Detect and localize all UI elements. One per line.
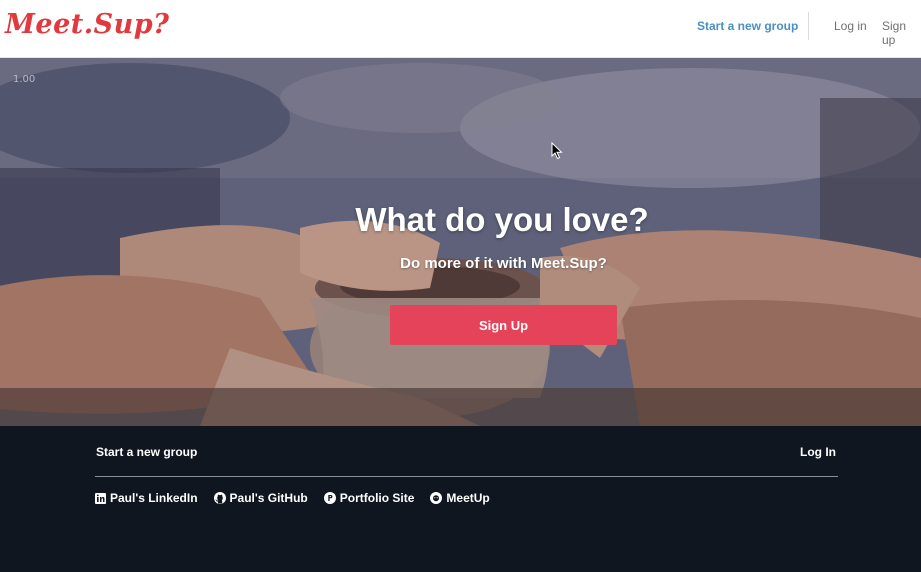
start-new-group-link[interactable]: Start a new group [697,19,798,33]
portfolio-icon [323,492,336,504]
hero-banner: 1.00 What do you love? Do more of it wit… [0,58,921,426]
footer-divider [95,476,838,477]
hero-subtitle: Do more of it with Meet.Sup? [400,255,607,272]
portfolio-label: Portfolio Site [339,491,415,505]
portfolio-link[interactable]: Portfolio Site [323,491,415,505]
meetup-label: MeetUp [446,491,490,505]
mouse-cursor-icon [551,142,563,160]
meetup-icon [430,492,443,504]
linkedin-label: Paul's LinkedIn [110,491,198,505]
logo[interactable]: Meet.Sup? [5,9,169,40]
footer-social-links: Paul's LinkedIn Paul's GitHub Portfolio … [95,491,490,505]
zoom-level: 1.00 [13,74,36,85]
linkedin-icon [95,492,106,504]
hero-title: What do you love? [355,201,649,238]
top-nav-bar: Meet.Sup? Start a new group Log in Sign … [0,0,921,58]
meetup-link[interactable]: MeetUp [430,491,490,505]
github-icon [213,492,226,504]
footer-login-link[interactable]: Log In [800,445,836,459]
login-link[interactable]: Log in [834,19,867,33]
signup-link[interactable]: Sign up [882,19,921,47]
github-label: Paul's GitHub [229,491,308,505]
github-link[interactable]: Paul's GitHub [213,491,308,505]
footer-start-group-link[interactable]: Start a new group [96,445,197,459]
hero-overlay [0,58,921,426]
linkedin-link[interactable]: Paul's LinkedIn [95,491,198,505]
signup-button[interactable]: Sign Up [390,305,617,345]
footer: Start a new group Log In Paul's LinkedIn… [0,426,921,572]
nav-divider [808,12,809,40]
